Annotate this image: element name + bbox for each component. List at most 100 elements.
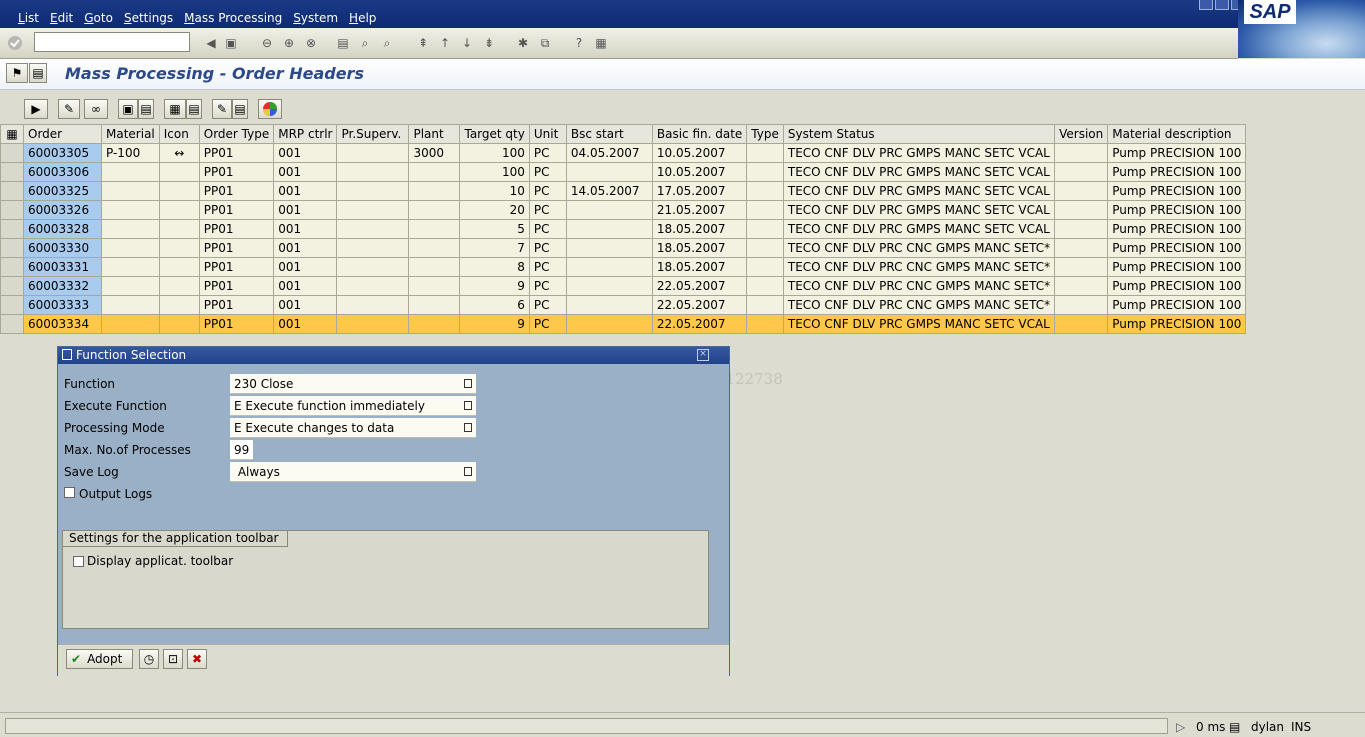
column-header-pr-superv[interactable]: Pr.Superv. bbox=[336, 124, 410, 144]
menu-item-list[interactable]: List bbox=[18, 11, 39, 25]
row-selector[interactable] bbox=[0, 162, 24, 182]
find-icon[interactable]: ⌕ bbox=[356, 34, 374, 52]
cell-order[interactable]: 60003333 bbox=[23, 295, 102, 315]
cell-order[interactable]: 60003326 bbox=[23, 200, 102, 220]
table-row[interactable]: 60003305 P-100 ↭ PP01 001 3000 100 PC 04.05.2007… bbox=[0, 143, 1247, 163]
column-header-icon[interactable]: Icon bbox=[158, 124, 200, 144]
column-header-order[interactable]: Order bbox=[23, 124, 102, 144]
cell-order[interactable]: 60003328 bbox=[23, 219, 102, 239]
new-session-icon[interactable]: ✱ bbox=[514, 34, 532, 52]
function-field[interactable]: 230 Close bbox=[230, 374, 476, 394]
column-header-version[interactable]: Version bbox=[1054, 124, 1109, 144]
menu-item-mass-processing[interactable]: Mass Processing bbox=[184, 11, 282, 25]
table-row[interactable]: 60003325 PP01 001 10 PC 14.05.2007 17.05.2007 T… bbox=[0, 181, 1247, 201]
value-help-icon[interactable] bbox=[464, 379, 472, 388]
column-header-basic-fin-date[interactable]: Basic fin. date bbox=[651, 124, 748, 144]
row-selector[interactable] bbox=[0, 238, 24, 258]
table-row[interactable]: 60003328 PP01 001 5 PC 18.05.2007 TECO CNF DLV… bbox=[0, 219, 1247, 239]
table-row[interactable]: 60003332 PP01 001 9 PC 22.05.2007 TECO CNF DLV… bbox=[0, 276, 1247, 296]
change-layout-dropdown-icon[interactable]: ▤ bbox=[232, 99, 248, 119]
layout-dropdown-icon[interactable]: ▤ bbox=[186, 99, 202, 119]
cell-order[interactable]: 60003332 bbox=[23, 276, 102, 296]
cell-order[interactable]: 60003325 bbox=[23, 181, 102, 201]
column-header-plant[interactable]: Plant bbox=[408, 124, 461, 144]
lock-icon[interactable]: ⊡ bbox=[163, 649, 183, 669]
back-icon[interactable]: ⊖ bbox=[258, 34, 276, 52]
column-header-type[interactable]: Type bbox=[746, 124, 784, 144]
table-row[interactable]: 60003334 PP01 001 9 PC 22.05.2007 TECO CNF DLV… bbox=[0, 314, 1247, 334]
max-processes-field[interactable]: 99 bbox=[230, 440, 253, 460]
row-selector[interactable] bbox=[0, 219, 24, 239]
schedule-icon[interactable]: ◷ bbox=[139, 649, 159, 669]
close-icon[interactable]: × bbox=[697, 349, 709, 361]
enter-icon[interactable] bbox=[6, 34, 24, 52]
value-help-icon[interactable] bbox=[464, 423, 472, 432]
next-page-icon[interactable]: ↓ bbox=[458, 34, 476, 52]
adopt-button[interactable]: ✔ Adopt bbox=[66, 649, 133, 669]
cell-order[interactable]: 60003334 bbox=[23, 314, 102, 334]
execute-icon[interactable]: ▶ bbox=[24, 99, 48, 119]
column-header-bsc-start[interactable]: Bsc start bbox=[565, 124, 653, 144]
row-selector[interactable] bbox=[0, 143, 24, 163]
exit-icon[interactable]: ⊕ bbox=[280, 34, 298, 52]
menu-dropdown-icon[interactable]: ▤ bbox=[29, 63, 47, 83]
back-arrow-icon[interactable]: ◀ bbox=[202, 34, 220, 52]
status-arrow-icon[interactable]: ▷ bbox=[1176, 719, 1185, 735]
table-row[interactable]: 60003330 PP01 001 7 PC 18.05.2007 TECO CNF DLV… bbox=[0, 238, 1247, 258]
status-menu-icon[interactable]: ▤ bbox=[1229, 719, 1240, 735]
detail-dropdown-icon[interactable]: ▤ bbox=[138, 99, 154, 119]
cell-order[interactable]: 60003330 bbox=[23, 238, 102, 258]
menu-item-goto[interactable]: Goto bbox=[84, 11, 113, 25]
value-help-icon[interactable] bbox=[464, 401, 472, 410]
execute-function-field[interactable]: E Execute function immediately bbox=[230, 396, 476, 416]
shortcut-icon[interactable]: ⧉ bbox=[536, 34, 554, 52]
row-selector[interactable] bbox=[0, 200, 24, 220]
row-selector[interactable] bbox=[0, 314, 24, 334]
menu-item-help[interactable]: Help bbox=[349, 11, 376, 25]
save-icon[interactable]: ▣ bbox=[222, 34, 240, 52]
menu-item-edit[interactable]: Edit bbox=[50, 11, 73, 25]
column-header-unit[interactable]: Unit bbox=[528, 124, 567, 144]
table-row[interactable]: 60003333 PP01 001 6 PC 22.05.2007 TECO CNF DLV… bbox=[0, 295, 1247, 315]
cell-order[interactable]: 60003306 bbox=[23, 162, 102, 182]
glasses-icon[interactable]: ∞ bbox=[84, 99, 108, 119]
color-wheel-icon[interactable] bbox=[258, 99, 282, 119]
column-header-mrp-ctrlr[interactable]: MRP ctrlr bbox=[273, 124, 338, 144]
display-toolbar-checkbox[interactable] bbox=[73, 556, 84, 567]
column-header-system-status[interactable]: System Status bbox=[782, 124, 1056, 144]
minimize-icon[interactable] bbox=[1199, 0, 1213, 10]
maximize-icon[interactable] bbox=[1215, 0, 1229, 10]
column-header-order-type[interactable]: Order Type bbox=[198, 124, 275, 144]
row-selector[interactable] bbox=[0, 295, 24, 315]
column-header-target-qty[interactable]: Target qty bbox=[459, 124, 530, 144]
detail-icon[interactable]: ▣ bbox=[118, 99, 138, 119]
edit-pencil-icon[interactable]: ✎ bbox=[58, 99, 80, 119]
help-icon[interactable]: ? bbox=[570, 34, 588, 52]
processing-mode-field[interactable]: E Execute changes to data bbox=[230, 418, 476, 438]
value-help-icon[interactable] bbox=[464, 467, 472, 476]
command-field[interactable] bbox=[34, 32, 190, 52]
find-next-icon[interactable]: ⌕ bbox=[378, 34, 396, 52]
cell-order[interactable]: 60003331 bbox=[23, 257, 102, 277]
select-all-icon[interactable]: ▦ bbox=[0, 124, 24, 144]
cancel-icon[interactable]: ⊗ bbox=[302, 34, 320, 52]
change-layout-icon[interactable]: ✎ bbox=[212, 99, 232, 119]
column-header-material-description[interactable]: Material description bbox=[1107, 124, 1247, 144]
last-page-icon[interactable]: ⇟ bbox=[480, 34, 498, 52]
first-page-icon[interactable]: ⇞ bbox=[414, 34, 432, 52]
save-log-field[interactable]: Always bbox=[230, 462, 476, 482]
layout-menu-icon[interactable]: ▦ bbox=[592, 34, 610, 52]
row-selector[interactable] bbox=[0, 257, 24, 277]
row-selector[interactable] bbox=[0, 276, 24, 296]
print-icon[interactable]: ▤ bbox=[334, 34, 352, 52]
menu-item-system[interactable]: System bbox=[293, 11, 338, 25]
prev-page-icon[interactable]: ↑ bbox=[436, 34, 454, 52]
output-logs-checkbox[interactable] bbox=[64, 487, 75, 498]
table-row[interactable]: 60003326 PP01 001 20 PC 21.05.2007 TECO CNF DL… bbox=[0, 200, 1247, 220]
menu-icon[interactable]: ⚑ bbox=[6, 63, 28, 83]
layout-icon[interactable]: ▦ bbox=[164, 99, 186, 119]
table-row[interactable]: 60003331 PP01 001 8 PC 18.05.2007 TECO CNF DLV… bbox=[0, 257, 1247, 277]
cell-order[interactable]: 60003305 bbox=[23, 143, 102, 163]
cancel-button[interactable]: ✖ bbox=[187, 649, 207, 669]
table-row[interactable]: 60003306 PP01 001 100 PC 10.05.2007 TECO CNF D… bbox=[0, 162, 1247, 182]
